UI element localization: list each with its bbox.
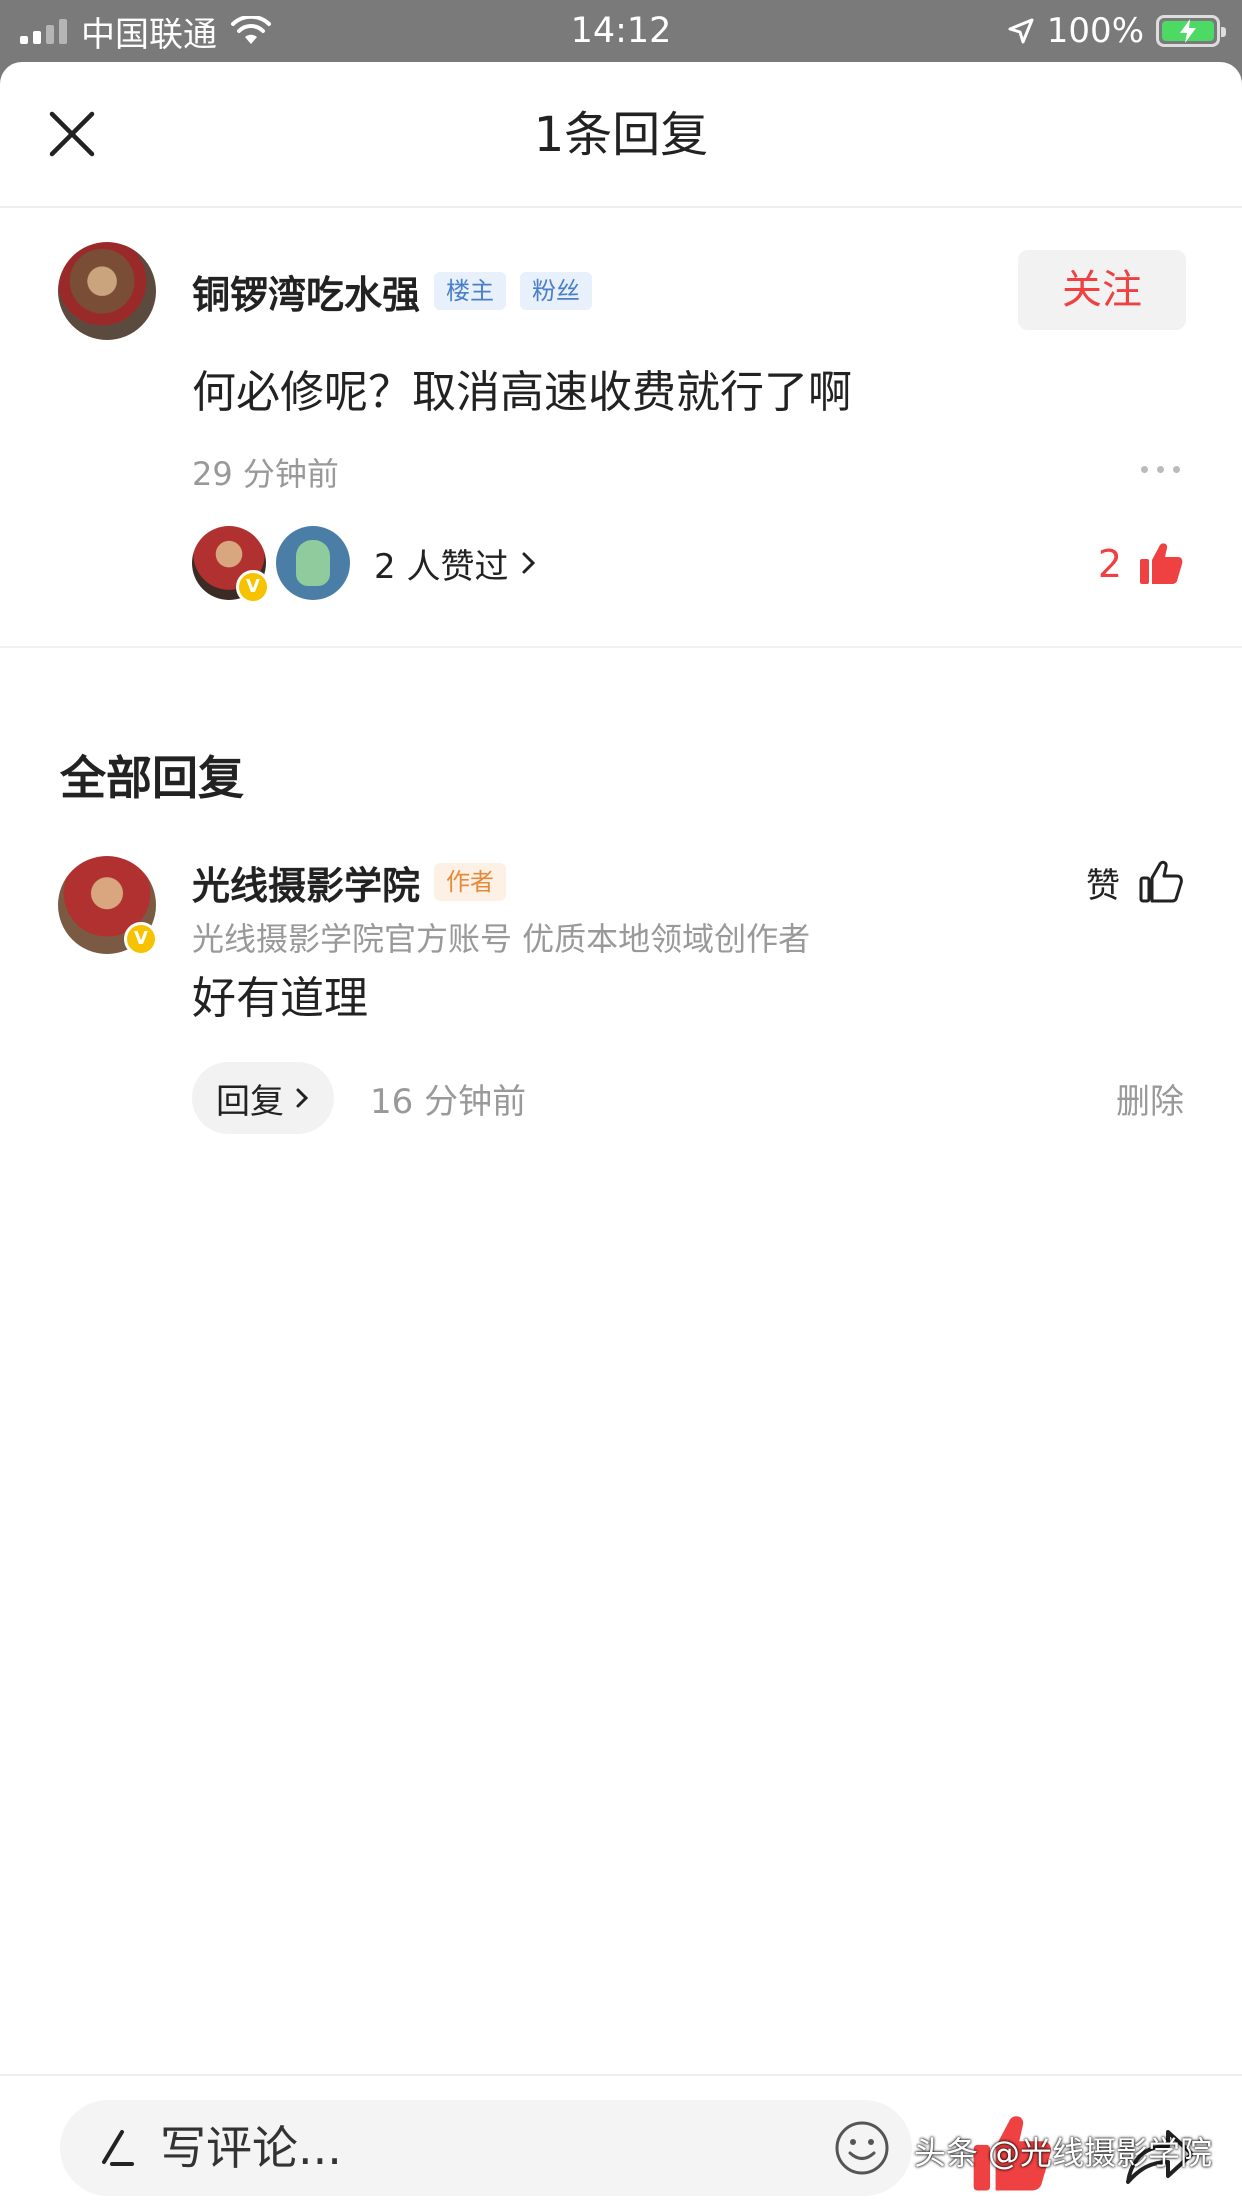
- follow-button[interactable]: 关注: [1018, 250, 1186, 330]
- author-tag: 作者: [434, 863, 507, 901]
- reply-sheet: 1条回复 铜锣湾吃水强 楼主 粉丝 关注 何必修呢？取消高速收费就行了啊 29 …: [0, 62, 1242, 2208]
- liker-avatar: V: [192, 526, 270, 604]
- fan-tag: 粉丝: [520, 272, 593, 310]
- reply-username[interactable]: 光线摄影学院: [192, 855, 420, 910]
- like-label: 赞: [1086, 865, 1120, 906]
- pen-icon: [102, 2130, 134, 2166]
- reply-item: V 光线摄影学院 作者 光线摄影学院官方账号 优质本地领域创作者 好有道理 赞 …: [0, 852, 1242, 1152]
- like-button[interactable]: 2: [1098, 534, 1184, 594]
- reply-like-button[interactable]: 赞: [1086, 852, 1184, 912]
- comment-time: 29 分钟前: [192, 455, 339, 493]
- liker-avatar: [276, 526, 350, 600]
- reply-actions: 回复 16 分钟前: [192, 1062, 526, 1134]
- thumbs-up-filled-icon: [1140, 543, 1183, 584]
- location-arrow-icon: [1008, 18, 1034, 44]
- reply-time: 16 分钟前: [370, 1081, 527, 1122]
- chevron-right-icon: [522, 552, 536, 574]
- comment-text: 何必修呢？取消高速收费就行了啊: [192, 367, 852, 418]
- status-bar: 中国联通 14:12 100%: [0, 0, 1242, 62]
- reply-button-label: 回复: [216, 1081, 284, 1122]
- likers-row[interactable]: V 2 人赞过: [192, 526, 538, 604]
- owner-tag: 楼主: [434, 272, 507, 310]
- chevron-right-icon: [296, 1088, 309, 1108]
- watermark-text: 头条 @光线摄影学院: [913, 2134, 1212, 2172]
- delete-button[interactable]: 删除: [1116, 1074, 1184, 1123]
- screen: 中国联通 14:12 100% 1条回复 铜锣湾吃水强 楼主 粉丝 关注 何必修…: [0, 0, 1242, 2208]
- page-title: 1条回复: [533, 107, 709, 163]
- reply-user-line: 光线摄影学院 作者: [192, 854, 507, 910]
- comment-input[interactable]: 写评论...: [60, 2100, 912, 2196]
- avatar[interactable]: [58, 242, 156, 340]
- reply-text: 好有道理: [192, 973, 368, 1024]
- battery-percent: 100%: [1046, 11, 1144, 51]
- status-right: 100%: [1007, 8, 1226, 54]
- verified-icon: V: [124, 922, 158, 956]
- reply-user-description: 光线摄影学院官方账号 优质本地领域创作者: [192, 920, 811, 958]
- main-comment-user-line: 铜锣湾吃水强 楼主 粉丝: [192, 260, 593, 322]
- emoji-icon[interactable]: [832, 2118, 892, 2178]
- verified-icon: V: [236, 570, 270, 604]
- comment-placeholder: 写评论...: [160, 2121, 342, 2175]
- thumbs-up-outline-icon: [1139, 860, 1183, 903]
- main-comment: 铜锣湾吃水强 楼主 粉丝 关注 何必修呢？取消高速收费就行了啊 29 分钟前 V…: [0, 208, 1242, 648]
- bottom-bar: 写评论... 头条 @光线摄影学院: [0, 2074, 1242, 2208]
- reply-button[interactable]: 回复: [192, 1062, 334, 1134]
- likers-count: 2 人赞过: [374, 546, 509, 587]
- sheet-header: 1条回复: [0, 62, 1242, 208]
- username[interactable]: 铜锣湾吃水强: [192, 264, 420, 319]
- like-count: 2: [1097, 542, 1122, 586]
- section-title: 全部回复: [60, 751, 244, 805]
- battery-icon: [1156, 15, 1226, 47]
- more-icon[interactable]: [1141, 466, 1180, 473]
- avatar[interactable]: V: [58, 856, 158, 956]
